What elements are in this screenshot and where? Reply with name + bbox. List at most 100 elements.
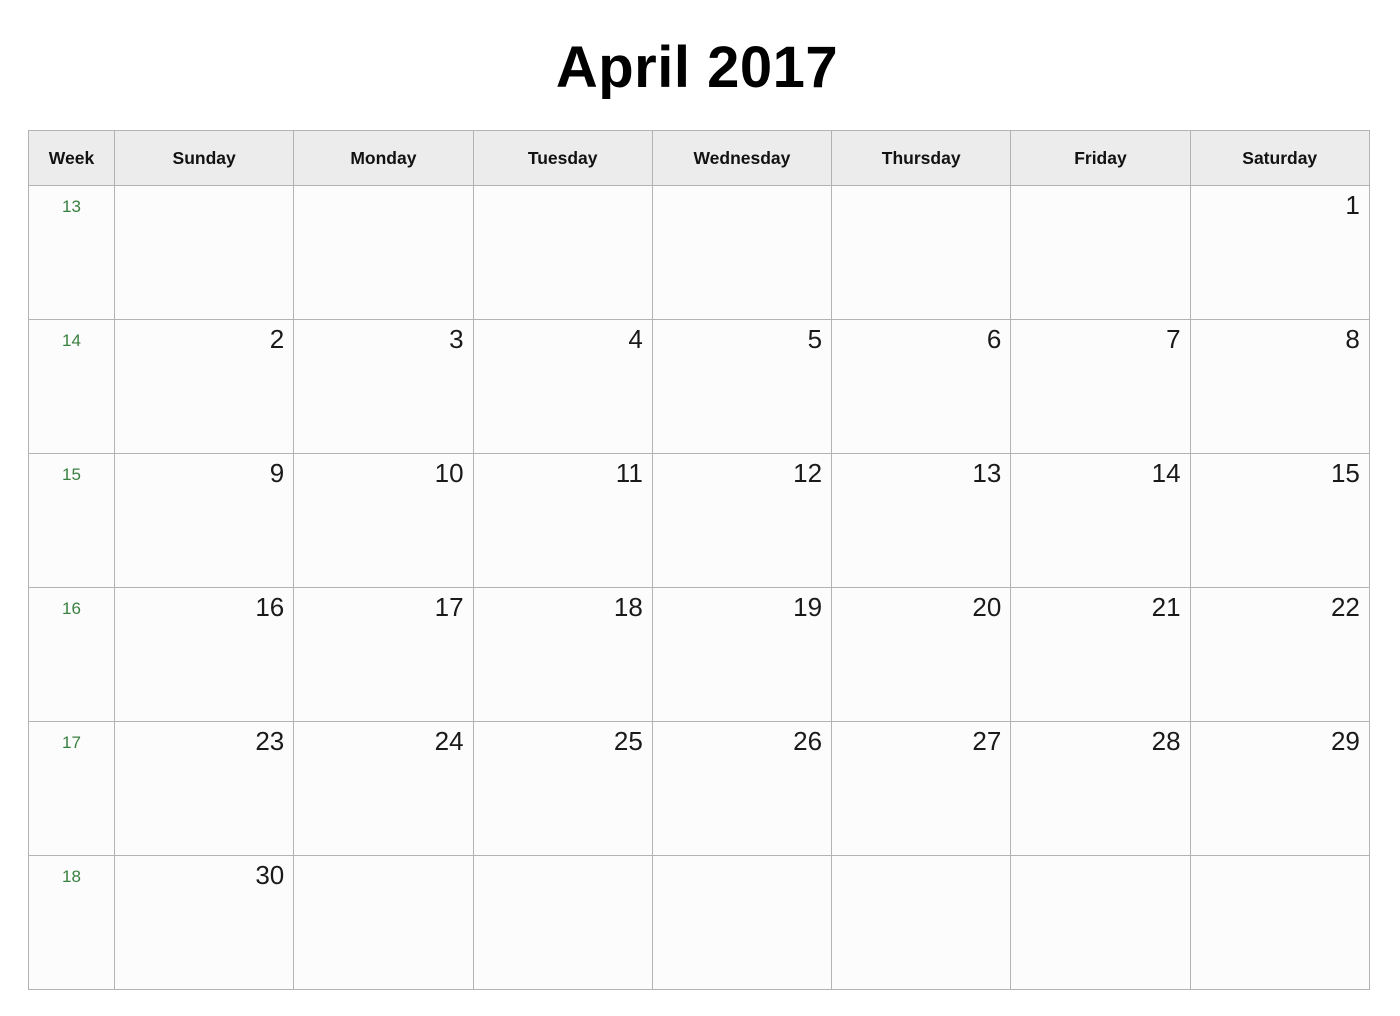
column-header-week: Week (28, 130, 115, 186)
day-cell[interactable]: 3 (293, 319, 474, 454)
day-number: 23 (255, 726, 285, 756)
calendar-header-row: Week Sunday Monday Tuesday Wednesday Thu… (28, 130, 1370, 186)
day-number: 6 (986, 324, 1002, 354)
week-number-cell: 13 (28, 185, 115, 320)
day-number: 18 (613, 592, 643, 622)
calendar-week-row: 18 30 (28, 855, 1370, 990)
day-cell[interactable]: 5 (651, 319, 833, 454)
day-number: 10 (434, 458, 464, 488)
week-number: 17 (62, 733, 81, 752)
day-number: 4 (628, 324, 643, 354)
day-cell[interactable]: 24 (293, 721, 474, 856)
calendar-week-row: 15 9 10 11 12 13 14 15 (28, 453, 1370, 588)
week-number: 13 (62, 197, 81, 216)
day-number: 24 (434, 726, 464, 756)
day-cell[interactable]: 20 (831, 587, 1012, 722)
column-header-friday: Friday (1010, 130, 1191, 186)
day-cell[interactable]: 2 (113, 319, 295, 454)
week-number-cell: 17 (28, 721, 115, 856)
day-cell[interactable]: 29 (1189, 721, 1370, 856)
calendar-page: April 2017 Week Sunday Monday Tuesday We… (0, 0, 1400, 1016)
day-cell[interactable]: 25 (472, 721, 653, 856)
day-number: 17 (434, 592, 464, 622)
day-cell[interactable] (831, 185, 1012, 320)
day-cell[interactable]: 7 (1010, 319, 1191, 454)
day-cell[interactable]: 11 (472, 453, 653, 588)
day-number: 19 (793, 592, 823, 622)
day-cell[interactable] (1010, 855, 1191, 990)
day-cell[interactable]: 14 (1010, 453, 1191, 588)
calendar-container: Week Sunday Monday Tuesday Wednesday Thu… (28, 130, 1370, 990)
week-number-cell: 14 (28, 319, 115, 454)
day-number: 8 (1345, 324, 1360, 354)
day-cell[interactable]: 8 (1189, 319, 1370, 454)
day-cell[interactable] (472, 185, 653, 320)
day-number: 22 (1330, 592, 1360, 622)
day-cell[interactable]: 26 (651, 721, 833, 856)
day-cell[interactable] (831, 855, 1012, 990)
column-header-thursday: Thursday (831, 130, 1012, 186)
day-number: 2 (269, 324, 285, 354)
day-cell[interactable]: 17 (293, 587, 474, 722)
day-number: 21 (1151, 592, 1181, 622)
calendar-body: 13 1 14 2 3 4 5 6 7 8 15 9 10 11 12 13 1… (28, 185, 1370, 990)
day-cell[interactable]: 27 (831, 721, 1012, 856)
page-title-text: April 2017 (555, 35, 839, 100)
day-number: 5 (807, 324, 823, 354)
day-number: 1 (1345, 190, 1360, 220)
day-number: 20 (972, 592, 1002, 622)
week-number-cell: 15 (28, 453, 115, 588)
calendar-week-row: 13 1 (28, 185, 1370, 320)
day-number: 28 (1151, 726, 1181, 756)
day-cell[interactable]: 4 (472, 319, 653, 454)
week-number: 14 (62, 331, 81, 350)
column-header-saturday: Saturday (1189, 130, 1370, 186)
page-title: April 2017 (0, 33, 1400, 103)
day-cell[interactable] (1189, 855, 1370, 990)
day-number: 14 (1151, 458, 1181, 488)
day-cell[interactable]: 19 (651, 587, 833, 722)
day-cell[interactable] (472, 855, 653, 990)
day-cell[interactable] (651, 185, 833, 320)
column-header-wednesday: Wednesday (651, 130, 833, 186)
day-cell[interactable] (293, 855, 474, 990)
day-cell[interactable]: 10 (293, 453, 474, 588)
day-cell[interactable]: 22 (1189, 587, 1370, 722)
day-cell[interactable] (651, 855, 833, 990)
day-number: 12 (793, 458, 823, 488)
day-number: 26 (793, 726, 823, 756)
day-cell[interactable] (113, 185, 295, 320)
day-cell[interactable]: 13 (831, 453, 1012, 588)
day-number: 7 (1166, 324, 1181, 354)
day-cell[interactable]: 6 (831, 319, 1012, 454)
day-number: 25 (613, 726, 643, 756)
day-cell[interactable]: 30 (113, 855, 295, 990)
day-cell[interactable]: 16 (113, 587, 295, 722)
day-cell[interactable] (1010, 185, 1191, 320)
day-cell[interactable]: 12 (651, 453, 833, 588)
week-number: 15 (62, 465, 81, 484)
day-number: 9 (269, 458, 285, 488)
column-header-tuesday: Tuesday (472, 130, 653, 186)
column-header-sunday: Sunday (113, 130, 295, 186)
day-cell[interactable]: 28 (1010, 721, 1191, 856)
day-cell[interactable]: 21 (1010, 587, 1191, 722)
day-cell[interactable]: 18 (472, 587, 653, 722)
day-cell[interactable]: 23 (113, 721, 295, 856)
calendar-week-row: 17 23 24 25 26 27 28 29 (28, 721, 1370, 856)
day-number: 30 (255, 860, 285, 890)
week-number: 18 (62, 867, 81, 886)
week-number-cell: 16 (28, 587, 115, 722)
day-cell[interactable]: 9 (113, 453, 295, 588)
calendar-table: Week Sunday Monday Tuesday Wednesday Thu… (28, 130, 1370, 990)
column-header-monday: Monday (293, 130, 474, 186)
day-cell[interactable]: 1 (1189, 185, 1370, 320)
calendar-week-row: 14 2 3 4 5 6 7 8 (28, 319, 1370, 454)
day-cell[interactable] (293, 185, 474, 320)
week-number: 16 (62, 599, 81, 618)
day-number: 29 (1330, 726, 1360, 756)
day-number: 15 (1330, 458, 1360, 488)
day-number: 16 (255, 592, 285, 622)
calendar-week-row: 16 16 17 18 19 20 21 22 (28, 587, 1370, 722)
day-cell[interactable]: 15 (1189, 453, 1370, 588)
